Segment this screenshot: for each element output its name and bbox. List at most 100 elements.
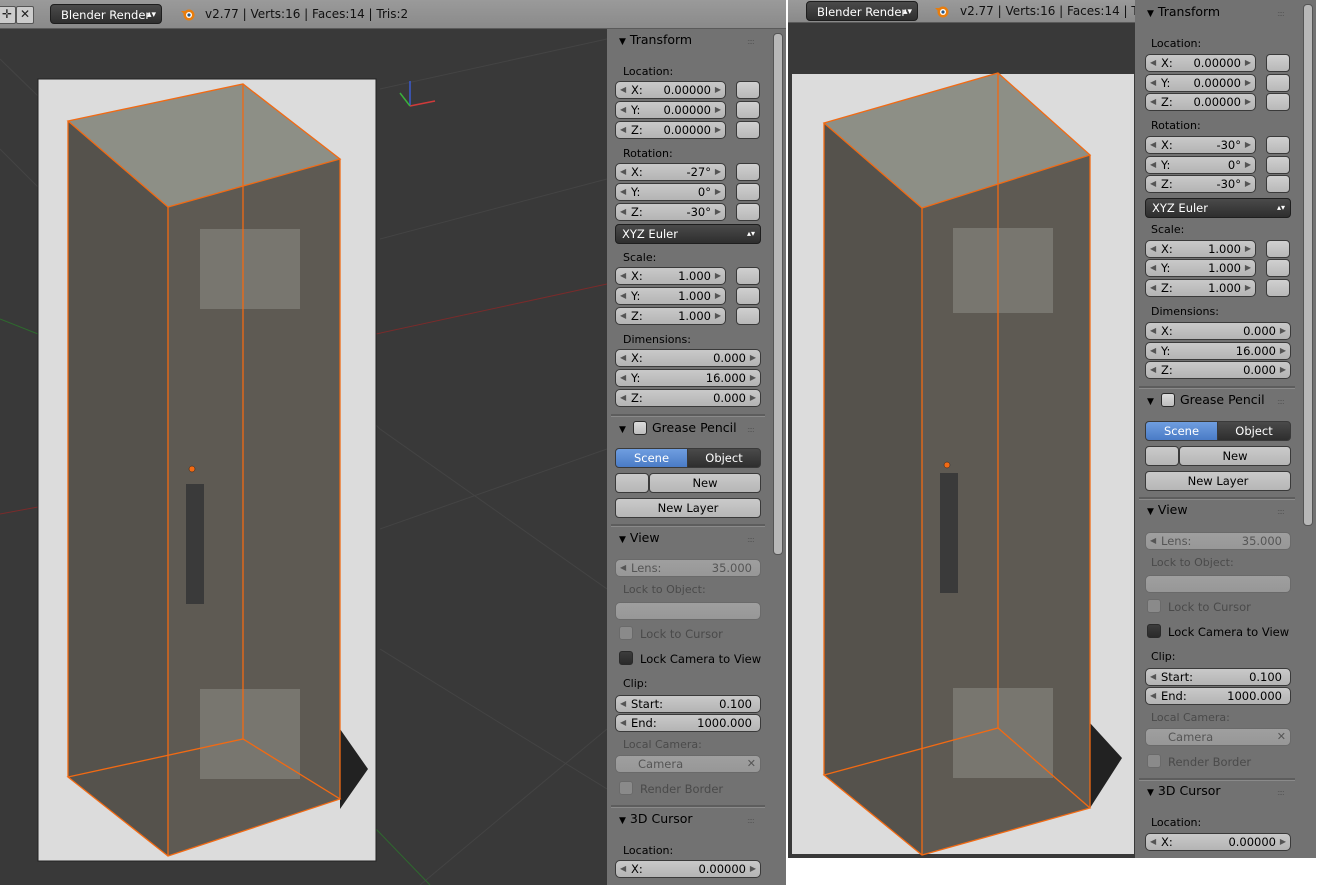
lock-cursor-checkbox[interactable] [619, 626, 633, 640]
new-layer-button[interactable]: New Layer [1145, 471, 1291, 491]
unlock-rotation-x-icon[interactable] [1266, 136, 1290, 154]
unlock-rotation-y-icon[interactable] [1266, 156, 1290, 174]
location-y-field[interactable]: ◀ Y: 0.00000 ▶ [615, 101, 726, 119]
clip-start-field[interactable]: ◀ Start: 0.100 [1145, 668, 1291, 686]
scale-z-field[interactable]: ◀ Z: 1.000 ▶ [1145, 279, 1256, 297]
unlock-rotation-x-icon[interactable] [736, 163, 760, 181]
dimension-y-field[interactable]: ◀ Y: 16.000 ▶ [615, 369, 761, 387]
3d-viewport[interactable] [0, 29, 607, 885]
drag-grip-icon[interactable]: :::: [1277, 788, 1291, 797]
location-z-field[interactable]: ◀ Z: 0.00000 ▶ [615, 121, 726, 139]
split-area-icon[interactable]: ✛ [0, 6, 16, 24]
clip-start-field[interactable]: ◀ Start: 0.100 [615, 695, 761, 713]
unlock-scale-z-icon[interactable] [736, 307, 760, 325]
unlock-rotation-z-icon[interactable] [1266, 175, 1290, 193]
unlock-rotation-y-icon[interactable] [736, 183, 760, 201]
dimension-z-field[interactable]: ◀ Z: 0.000 ▶ [615, 389, 761, 407]
panel-header-view[interactable]: ▼ View [619, 530, 660, 545]
cursor-x-field[interactable]: ◀ X: 0.00000 ▶ [615, 860, 761, 878]
3d-viewport[interactable] [788, 23, 1135, 858]
pencil-icon[interactable] [615, 473, 649, 493]
lens-field[interactable]: ◀ Lens: 35.000 [615, 559, 761, 577]
drag-grip-icon[interactable]: :::: [747, 37, 761, 46]
lock-location-y-icon[interactable] [736, 101, 760, 119]
rotation-y-field[interactable]: ◀ Y: 0° ▶ [615, 183, 726, 201]
grease-object-tab[interactable]: Object [1217, 421, 1291, 441]
rotation-x-field[interactable]: ◀ X: -30° ▶ [1145, 136, 1256, 154]
unlock-scale-z-icon[interactable] [1266, 279, 1290, 297]
lock-camera-checkbox[interactable] [1147, 624, 1161, 638]
panel-header-grease-pencil[interactable]: ▼ [1147, 392, 1158, 407]
location-y-field[interactable]: ◀ Y: 0.00000 ▶ [1145, 74, 1256, 92]
rotation-mode-select[interactable]: XYZ Euler ▴▾ [615, 224, 761, 244]
clip-end-field[interactable]: ◀ End: 1000.000 [1145, 687, 1291, 705]
lock-cursor-checkbox[interactable] [1147, 599, 1161, 613]
grease-pencil-enable-checkbox[interactable] [633, 421, 647, 435]
lock-location-x-icon[interactable] [736, 81, 760, 99]
unlock-scale-y-icon[interactable] [1266, 259, 1290, 277]
lock-location-x-icon[interactable] [1266, 54, 1290, 72]
new-layer-button[interactable]: New Layer [615, 498, 761, 518]
panel-header-grease-pencil[interactable]: ▼ [619, 420, 630, 435]
lock-location-y-icon[interactable] [1266, 74, 1290, 92]
lock-location-z-icon[interactable] [736, 121, 760, 139]
grease-scene-tab[interactable]: Scene [1145, 421, 1218, 441]
dimension-x-field[interactable]: ◀ X: 0.000 ▶ [615, 349, 761, 367]
lens-field[interactable]: ◀ Lens: 35.000 [1145, 532, 1291, 550]
drag-grip-icon[interactable]: :::: [747, 535, 761, 544]
panel-header-transform[interactable]: ▼ Transform [619, 32, 692, 47]
clear-x-icon[interactable]: ✕ [747, 756, 756, 772]
drag-grip-icon[interactable]: :::: [747, 816, 761, 825]
render-engine-select[interactable]: Blender Render ▴▾ [806, 1, 918, 21]
lock-camera-checkbox[interactable] [619, 651, 633, 665]
scale-z-field[interactable]: ◀ Z: 1.000 ▶ [615, 307, 726, 325]
grease-object-tab[interactable]: Object [687, 448, 761, 468]
location-z-field[interactable]: ◀ Z: 0.00000 ▶ [1145, 93, 1256, 111]
clip-end-field[interactable]: ◀ End: 1000.000 [615, 714, 761, 732]
render-border-checkbox[interactable] [1147, 754, 1161, 768]
rotation-z-field[interactable]: ◀ Z: -30° ▶ [615, 203, 726, 221]
drag-grip-icon[interactable]: :::: [1277, 9, 1291, 18]
render-engine-select[interactable]: Blender Render ▴▾ [50, 4, 162, 24]
scale-x-field[interactable]: ◀ X: 1.000 ▶ [1145, 240, 1256, 258]
cursor-x-field[interactable]: ◀ X: 0.00000 ▶ [1145, 833, 1291, 851]
location-x-field[interactable]: ◀ X: 0.00000 ▶ [1145, 54, 1256, 72]
lock-object-field[interactable] [1145, 575, 1291, 593]
close-area-icon[interactable]: ✕ [16, 6, 34, 24]
dimension-x-field[interactable]: ◀ X: 0.000 ▶ [1145, 322, 1291, 340]
rotation-y-field[interactable]: ◀ Y: 0° ▶ [1145, 156, 1256, 174]
grease-pencil-enable-checkbox[interactable] [1161, 393, 1175, 407]
clear-x-icon[interactable]: ✕ [1277, 729, 1286, 745]
unlock-scale-x-icon[interactable] [736, 267, 760, 285]
rotation-z-field[interactable]: ◀ Z: -30° ▶ [1145, 175, 1256, 193]
unlock-rotation-z-icon[interactable] [736, 203, 760, 221]
lock-location-z-icon[interactable] [1266, 93, 1290, 111]
scale-x-field[interactable]: ◀ X: 1.000 ▶ [615, 267, 726, 285]
scale-y-field[interactable]: ◀ Y: 1.000 ▶ [615, 287, 726, 305]
panel-header-view[interactable]: ▼ View [1147, 502, 1188, 517]
drag-grip-icon[interactable]: :::: [1277, 397, 1291, 406]
panel-header-3d-cursor[interactable]: ▼ 3D Cursor [1147, 783, 1221, 798]
drag-grip-icon[interactable]: :::: [747, 425, 761, 434]
pencil-icon[interactable] [1145, 446, 1179, 466]
local-camera-field[interactable]: Camera ✕ [615, 755, 761, 773]
panel-header-3d-cursor[interactable]: ▼ 3D Cursor [619, 811, 693, 826]
panel-header-transform[interactable]: ▼ Transform [1147, 4, 1220, 19]
grease-new-button[interactable]: New [649, 473, 761, 493]
grease-scene-tab[interactable]: Scene [615, 448, 688, 468]
render-border-checkbox[interactable] [619, 781, 633, 795]
dimension-z-field[interactable]: ◀ Z: 0.000 ▶ [1145, 361, 1291, 379]
unlock-scale-y-icon[interactable] [736, 287, 760, 305]
unlock-scale-x-icon[interactable] [1266, 240, 1290, 258]
dimension-y-field[interactable]: ◀ Y: 16.000 ▶ [1145, 342, 1291, 360]
lock-object-field[interactable] [615, 602, 761, 620]
drag-grip-icon[interactable]: :::: [1277, 507, 1291, 516]
properties-scrollbar[interactable] [773, 33, 783, 555]
grease-new-button[interactable]: New [1179, 446, 1291, 466]
scale-y-field[interactable]: ◀ Y: 1.000 ▶ [1145, 259, 1256, 277]
properties-scrollbar[interactable] [1303, 4, 1313, 526]
location-x-field[interactable]: ◀ X: 0.00000 ▶ [615, 81, 726, 99]
rotation-x-field[interactable]: ◀ X: -27° ▶ [615, 163, 726, 181]
rotation-mode-select[interactable]: XYZ Euler ▴▾ [1145, 198, 1291, 218]
local-camera-field[interactable]: Camera ✕ [1145, 728, 1291, 746]
